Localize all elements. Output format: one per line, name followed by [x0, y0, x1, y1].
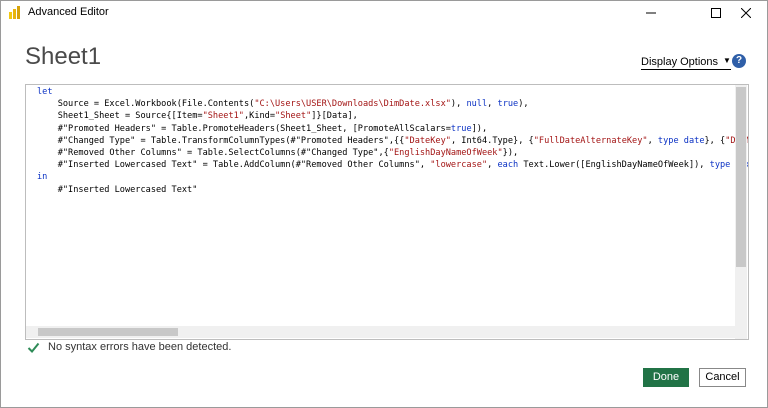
code-token: ]}[Data],	[311, 111, 358, 122]
code-token: #"Inserted Lowercased Text"	[37, 184, 198, 195]
code-line[interactable]: #"Changed Type" = Table.TransformColumnT…	[37, 135, 748, 147]
code-token: ),	[518, 99, 529, 110]
code-token: true	[497, 99, 519, 110]
minimize-icon	[646, 12, 656, 14]
checkmark-icon	[27, 342, 40, 353]
code-token: ]),	[471, 123, 488, 134]
status-message: No syntax errors have been detected.	[48, 341, 232, 353]
close-icon	[741, 8, 751, 18]
code-editor[interactable]: let Source = Excel.Workbook(File.Content…	[25, 84, 749, 340]
code-token: "lowercase"	[430, 160, 488, 171]
code-line[interactable]: #"Inserted Lowercased Text"	[37, 184, 748, 196]
code-token: in	[37, 172, 48, 183]
code-token: ,	[647, 135, 658, 146]
code-line[interactable]: in	[37, 171, 748, 183]
code-text[interactable]: let Source = Excel.Workbook(File.Content…	[37, 86, 748, 196]
syntax-status: No syntax errors have been detected.	[27, 340, 231, 354]
code-token: "Sheet"	[275, 111, 312, 122]
code-token: Text.Lower([EnglishDayNameOfWeek]),	[518, 160, 710, 171]
chevron-down-icon: ▼	[723, 56, 731, 65]
query-title: Sheet1	[25, 43, 102, 70]
title-bar: Advanced Editor	[1, 1, 767, 25]
maximize-icon	[711, 8, 721, 18]
code-token: Source = Excel.Workbook(File.Contents(	[37, 99, 255, 110]
code-token: }, {	[704, 135, 726, 146]
code-token: each	[497, 160, 519, 171]
code-line[interactable]: Source = Excel.Workbook(File.Contents("C…	[37, 98, 748, 110]
code-token: #"Changed Type" = Table.TransformColumnT…	[37, 135, 405, 146]
window-title: Advanced Editor	[28, 6, 109, 18]
code-token: #"Inserted Lowercased Text" = Table.AddC…	[37, 160, 431, 171]
code-token: }),	[502, 147, 519, 158]
code-token: "DateKey"	[404, 135, 451, 146]
code-token: true	[450, 123, 472, 134]
code-token: "Sheet1"	[202, 111, 244, 122]
horizontal-scrollbar-thumb[interactable]	[38, 328, 178, 336]
code-token: ,	[487, 160, 498, 171]
code-line[interactable]: #"Promoted Headers" = Table.PromoteHeade…	[37, 123, 748, 135]
code-token: type date	[657, 135, 705, 146]
code-token: let	[37, 87, 53, 97]
cancel-button[interactable]: Cancel	[699, 368, 746, 387]
code-token: #"Removed Other Columns" = Table.SelectC…	[37, 147, 389, 158]
code-token: , Int64.Type}, {	[450, 135, 534, 146]
code-token: null	[466, 99, 488, 110]
code-line[interactable]: #"Removed Other Columns" = Table.SelectC…	[37, 147, 748, 159]
help-icon[interactable]: ?	[732, 54, 746, 68]
code-token: "C:\Users\USER\Downloads\DimDate.xlsx"	[254, 99, 451, 110]
minimize-button[interactable]	[628, 1, 674, 25]
code-token: "FullDateAlternateKey"	[533, 135, 648, 146]
close-button[interactable]	[723, 1, 767, 25]
code-token: ,	[487, 99, 498, 110]
advanced-editor-window: Advanced Editor Sheet1 Display Options ▼ …	[0, 0, 768, 408]
vertical-scrollbar-thumb[interactable]	[736, 87, 746, 267]
display-options-label: Display Options	[641, 56, 719, 68]
code-line[interactable]: Sheet1_Sheet = Source{[Item="Sheet1",Kin…	[37, 110, 748, 122]
code-token: ,Kind=	[243, 111, 276, 122]
done-button[interactable]: Done	[643, 368, 689, 387]
code-token: ),	[450, 99, 467, 110]
display-options-dropdown[interactable]: Display Options ▼	[641, 56, 731, 70]
code-token: #"Promoted Headers" = Table.PromoteHeade…	[37, 123, 451, 134]
code-line[interactable]: #"Inserted Lowercased Text" = Table.AddC…	[37, 159, 748, 171]
code-token: "EnglishDayNameOfWeek"	[388, 147, 503, 158]
code-line[interactable]: let	[37, 86, 748, 98]
code-token: Sheet1_Sheet = Source{[Item=	[37, 111, 203, 122]
power-bi-app-icon	[9, 6, 20, 19]
